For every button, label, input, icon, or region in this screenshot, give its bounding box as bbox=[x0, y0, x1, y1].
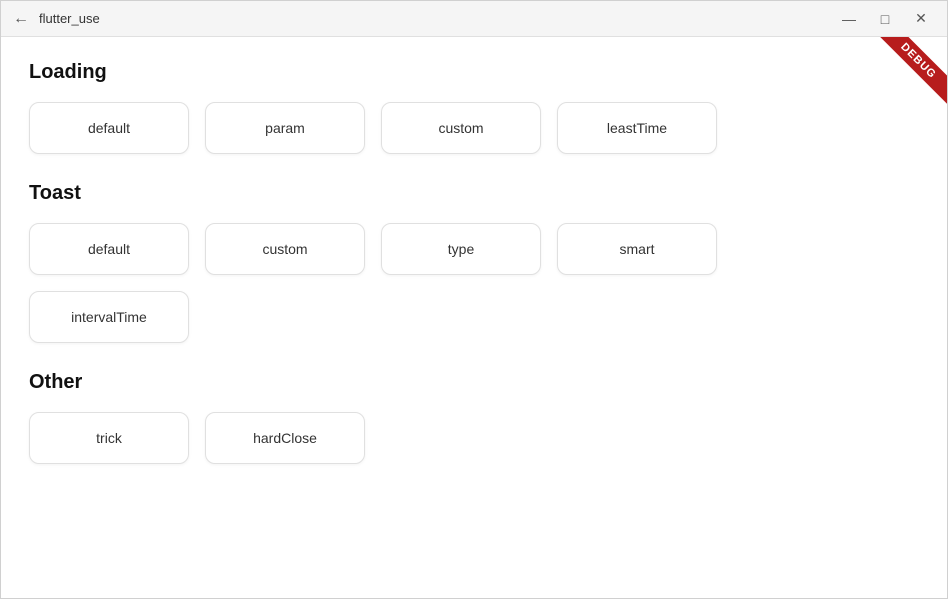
title-bar-left: ← flutter_use bbox=[13, 11, 100, 27]
button-toast-type[interactable]: type bbox=[381, 223, 541, 275]
button-other-hardclose[interactable]: hardClose bbox=[205, 412, 365, 464]
sections-container: Loading default param custom leastTime Toast d… bbox=[29, 61, 919, 464]
button-other-trick[interactable]: trick bbox=[29, 412, 189, 464]
button-row-loading-0: default param custom leastTime bbox=[29, 102, 919, 154]
app-window: ← flutter_use — □ ✕ DEBUG Loadingdefault… bbox=[0, 0, 948, 599]
section-other: Other trick hardClose bbox=[29, 371, 919, 464]
button-loading-leasttime[interactable]: leastTime bbox=[557, 102, 717, 154]
maximize-button[interactable]: □ bbox=[871, 5, 899, 33]
button-loading-default[interactable]: default bbox=[29, 102, 189, 154]
button-row-other-0: trick hardClose bbox=[29, 412, 919, 464]
button-toast-intervaltime[interactable]: intervalTime bbox=[29, 291, 189, 343]
button-toast-default[interactable]: default bbox=[29, 223, 189, 275]
button-toast-smart[interactable]: smart bbox=[557, 223, 717, 275]
section-title-loading: Loading bbox=[29, 61, 919, 84]
section-title-other: Other bbox=[29, 371, 919, 394]
window-title: flutter_use bbox=[39, 11, 100, 26]
section-loading: Loading default param custom leastTime bbox=[29, 61, 919, 154]
button-loading-param[interactable]: param bbox=[205, 102, 365, 154]
minimize-button[interactable]: — bbox=[835, 5, 863, 33]
close-button[interactable]: ✕ bbox=[907, 5, 935, 33]
title-bar: ← flutter_use — □ ✕ bbox=[1, 1, 947, 37]
button-toast-custom[interactable]: custom bbox=[205, 223, 365, 275]
section-toast: Toast default custom type smart intervalTime bbox=[29, 182, 919, 343]
button-row-toast-1: intervalTime bbox=[29, 291, 919, 343]
window-controls: — □ ✕ bbox=[835, 5, 935, 33]
button-loading-custom[interactable]: custom bbox=[381, 102, 541, 154]
main-content: DEBUG LoadingdefaultparamcustomleastTime… bbox=[1, 37, 947, 598]
back-button[interactable]: ← bbox=[13, 11, 29, 27]
button-row-toast-0: default custom type smart bbox=[29, 223, 919, 275]
section-title-toast: Toast bbox=[29, 182, 919, 205]
